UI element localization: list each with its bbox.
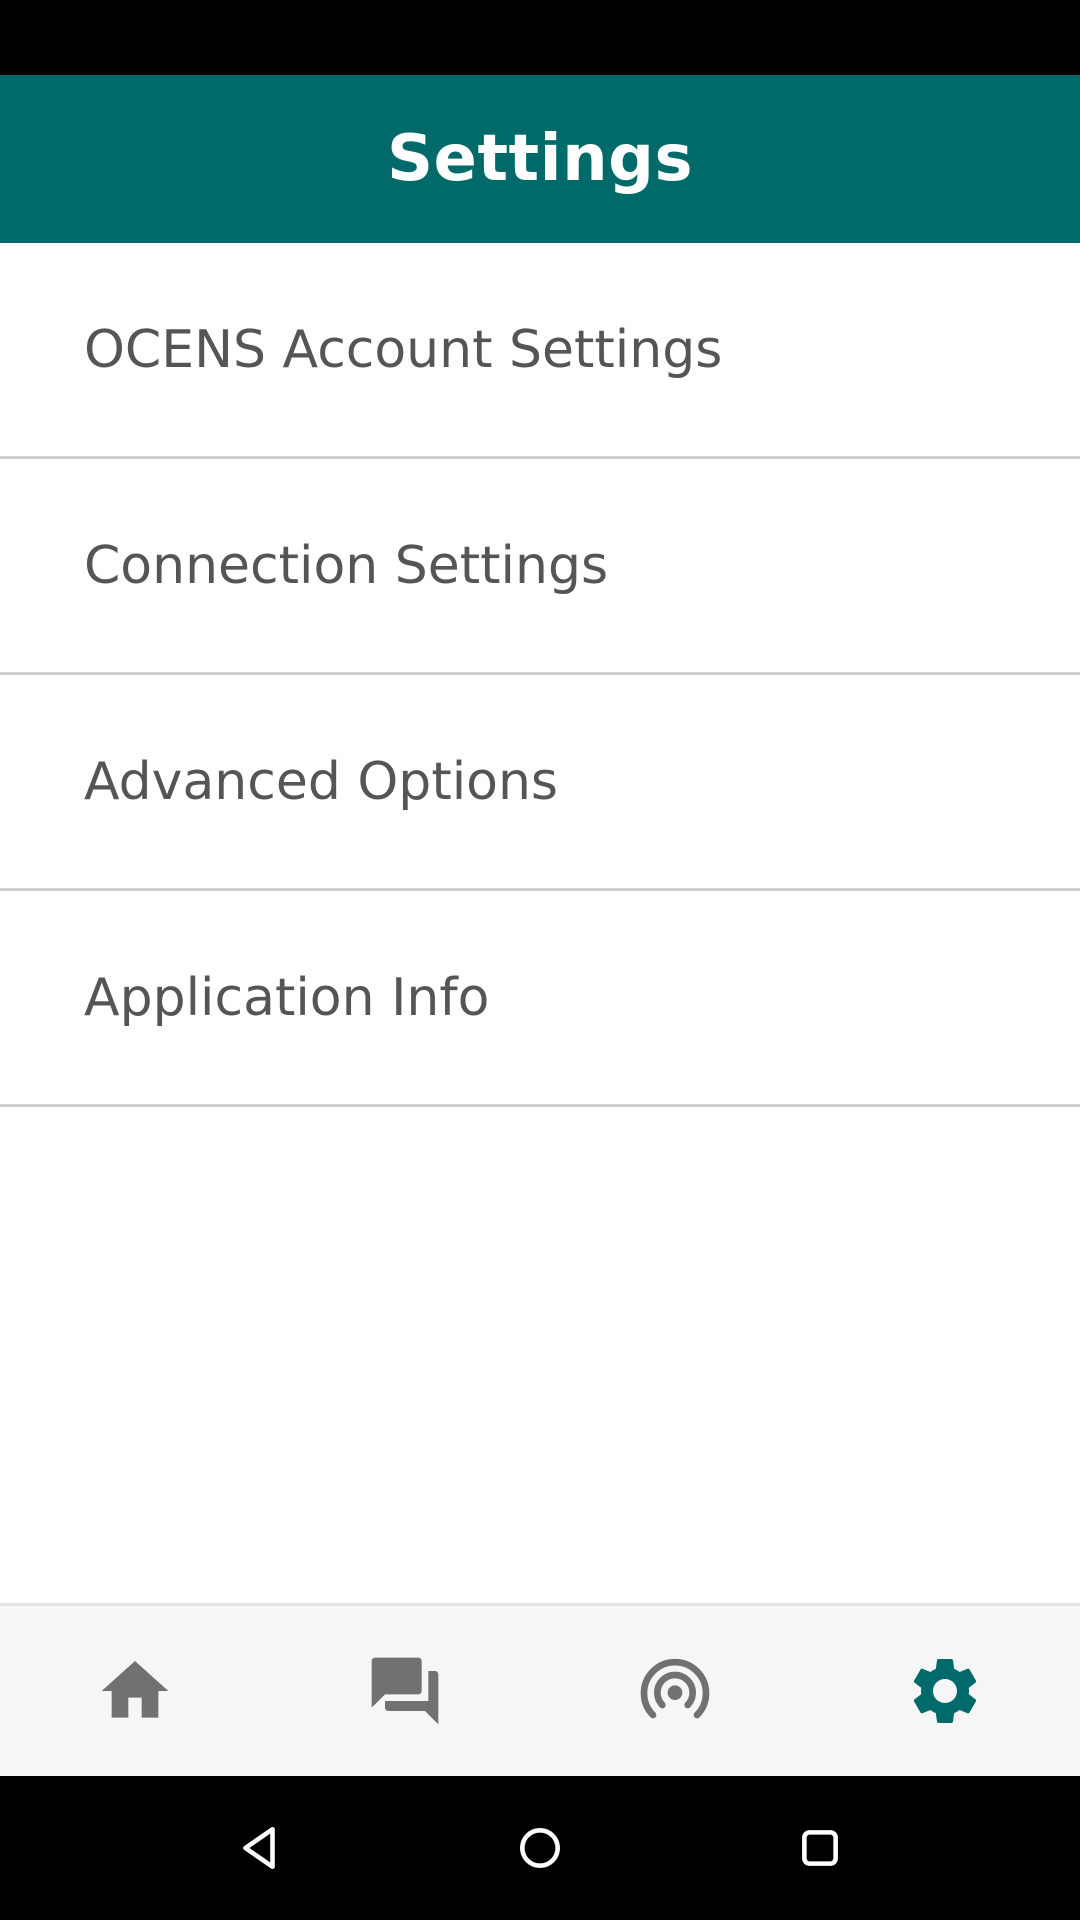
home-circle-icon: [520, 1828, 560, 1868]
recents-icon: [802, 1830, 838, 1866]
status-bar: [0, 0, 1080, 75]
system-nav-bar: [0, 1776, 1080, 1920]
signal-icon: [640, 1658, 710, 1719]
settings-item-connection[interactable]: Connection Settings: [0, 459, 1080, 675]
settings-item-label: Connection Settings: [84, 535, 609, 596]
settings-item-advanced-options[interactable]: Advanced Options: [0, 675, 1080, 891]
system-back-button[interactable]: [190, 1776, 330, 1920]
system-recents-button[interactable]: [750, 1776, 890, 1920]
bottom-nav: [0, 1603, 1080, 1776]
app-bar: Settings: [0, 75, 1080, 243]
nav-tab-connection[interactable]: [540, 1606, 810, 1776]
settings-item-label: Advanced Options: [84, 751, 559, 812]
settings-item-application-info[interactable]: Application Info: [0, 891, 1080, 1107]
settings-item-label: Application Info: [84, 967, 490, 1028]
chat-icon: [371, 1657, 439, 1725]
page-title: Settings: [386, 122, 694, 196]
nav-tab-settings[interactable]: [810, 1606, 1080, 1776]
nav-tab-home[interactable]: [0, 1606, 270, 1776]
gear-icon: [913, 1659, 977, 1723]
system-home-button[interactable]: [470, 1776, 610, 1920]
nav-tab-messages[interactable]: [270, 1606, 540, 1776]
settings-list: OCENS Account Settings Connection Settin…: [0, 243, 1080, 1107]
settings-item-label: OCENS Account Settings: [84, 319, 723, 380]
home-icon: [101, 1661, 169, 1718]
settings-item-ocens-account[interactable]: OCENS Account Settings: [0, 243, 1080, 459]
back-icon: [243, 1826, 275, 1870]
